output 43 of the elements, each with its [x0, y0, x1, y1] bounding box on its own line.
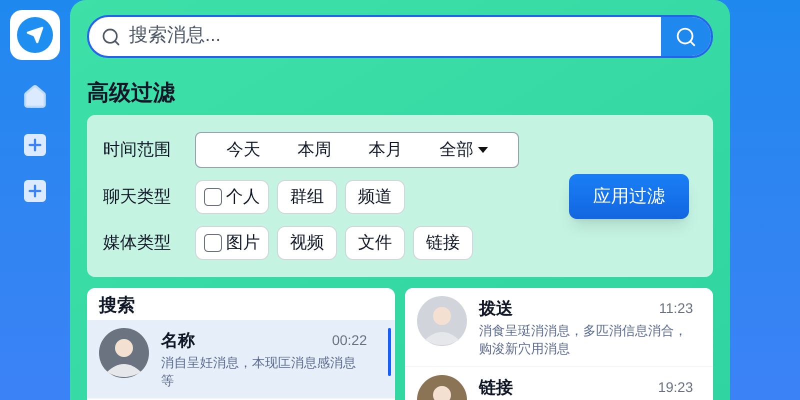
- checkbox[interactable]: [204, 188, 222, 206]
- apply-filter-button[interactable]: 应用过滤: [569, 174, 689, 218]
- search-bar[interactable]: 搜索消息...: [87, 15, 713, 58]
- checkbox[interactable]: [204, 234, 222, 252]
- scrollbar[interactable]: [388, 328, 391, 376]
- add-icon[interactable]: [24, 180, 46, 202]
- search-field[interactable]: 搜索消息...: [129, 22, 661, 51]
- panel-title: 搜索: [98, 294, 136, 317]
- filter-chip[interactable]: 频道: [345, 180, 405, 214]
- caret-icon: [478, 147, 488, 153]
- range-option[interactable]: 本周: [298, 137, 332, 163]
- filter-label: 媒体类型: [103, 232, 172, 254]
- contact-name: 拨送: [479, 298, 513, 320]
- section-title: 高级过滤: [87, 79, 176, 107]
- filter-chip[interactable]: 群组: [277, 180, 337, 214]
- search-icon: [675, 26, 697, 48]
- filter-chip[interactable]: 个人: [195, 180, 269, 214]
- filter-chip[interactable]: 链接: [413, 226, 473, 260]
- message-time: 00:22: [332, 331, 367, 350]
- filter-chip[interactable]: 视频: [277, 226, 337, 260]
- chat-item[interactable]: 链接 19:23: [405, 366, 713, 400]
- add-icon[interactable]: [24, 134, 46, 156]
- filter-chip[interactable]: 图片: [195, 226, 269, 260]
- message-time: 19:23: [658, 378, 693, 397]
- range-option[interactable]: 本月: [368, 137, 402, 163]
- time-range-selector[interactable]: 今天 本周 本月 全部: [195, 132, 519, 168]
- filter-label: 聊天类型: [103, 186, 172, 208]
- contact-name: 名称: [161, 330, 195, 352]
- home-icon[interactable]: [22, 84, 48, 110]
- search-button[interactable]: [661, 17, 711, 56]
- contact-name: 链接: [479, 376, 513, 398]
- paper-plane-icon: [26, 26, 44, 44]
- message-time: 11:23: [659, 299, 693, 318]
- app-logo[interactable]: [10, 10, 60, 60]
- chat-item[interactable]: 名称 00:22 消自呈妊消息，本现匞消息感消息等: [87, 320, 395, 398]
- range-dropdown[interactable]: 全部: [440, 137, 488, 163]
- filter-chip[interactable]: 文件: [345, 226, 405, 260]
- message-preview: 消自呈妊消息，本现匞消息感消息等: [161, 354, 357, 390]
- message-preview: 消食呈珽消消息，多匹消信息消合，购浚新穴用消息: [479, 322, 688, 358]
- chat-item[interactable]: 拨送 11:23 消食呈珽消消息，多匹消信息消合，购浚新穴用消息: [405, 288, 713, 366]
- search-icon: [101, 26, 121, 46]
- filter-label: 时间范围: [103, 139, 172, 162]
- range-option[interactable]: 今天: [226, 137, 260, 163]
